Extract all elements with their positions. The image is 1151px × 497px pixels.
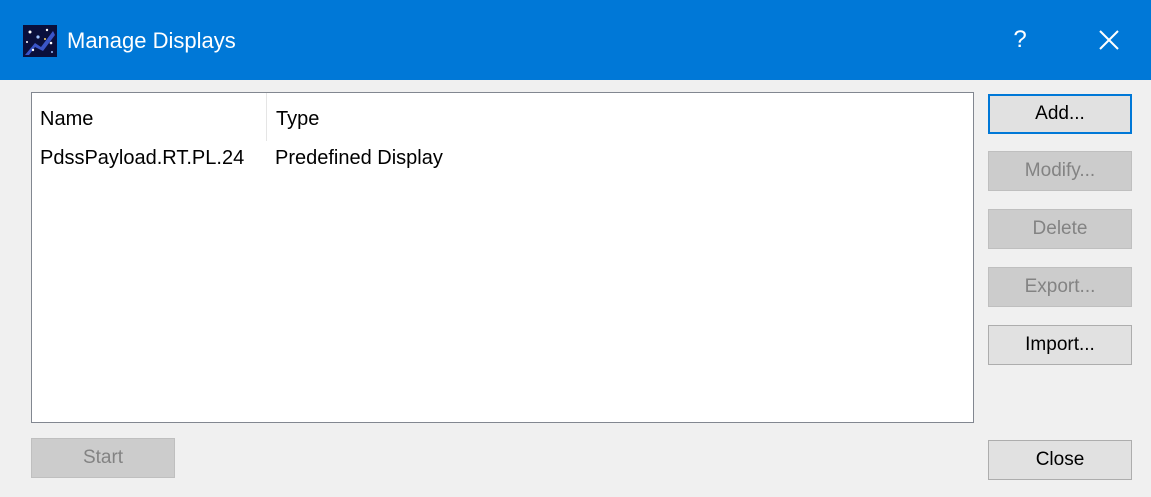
column-label-name: Name bbox=[40, 108, 94, 130]
list-item[interactable]: PdssPayload.RT.PL.24 Predefined Display bbox=[32, 143, 973, 175]
list-header: Name Type bbox=[32, 93, 973, 141]
column-header-type[interactable]: Type bbox=[268, 93, 968, 141]
title-bar[interactable]: Manage Displays ? bbox=[0, 0, 1151, 80]
add-button[interactable]: Add... bbox=[988, 94, 1132, 134]
window-title: Manage Displays bbox=[67, 28, 236, 53]
display-name-cell: PdssPayload.RT.PL.24 bbox=[40, 147, 245, 169]
column-header-name[interactable]: Name bbox=[32, 93, 267, 141]
close-button[interactable]: Close bbox=[988, 440, 1132, 480]
close-icon[interactable] bbox=[1080, 14, 1138, 66]
manage-displays-dialog: Manage Displays ? Name Type PdssPayload.… bbox=[0, 0, 1151, 497]
display-type-cell: Predefined Display bbox=[275, 147, 443, 169]
displays-list[interactable]: Name Type PdssPayload.RT.PL.24 Predefine… bbox=[31, 92, 974, 423]
start-button[interactable]: Start bbox=[31, 438, 175, 478]
export-button[interactable]: Export... bbox=[988, 267, 1132, 307]
delete-button[interactable]: Delete bbox=[988, 209, 1132, 249]
help-button[interactable]: ? bbox=[990, 14, 1050, 66]
column-label-type: Type bbox=[276, 108, 320, 130]
import-button[interactable]: Import... bbox=[988, 325, 1132, 365]
modify-button[interactable]: Modify... bbox=[988, 151, 1132, 191]
starfield-app-icon bbox=[23, 25, 57, 57]
